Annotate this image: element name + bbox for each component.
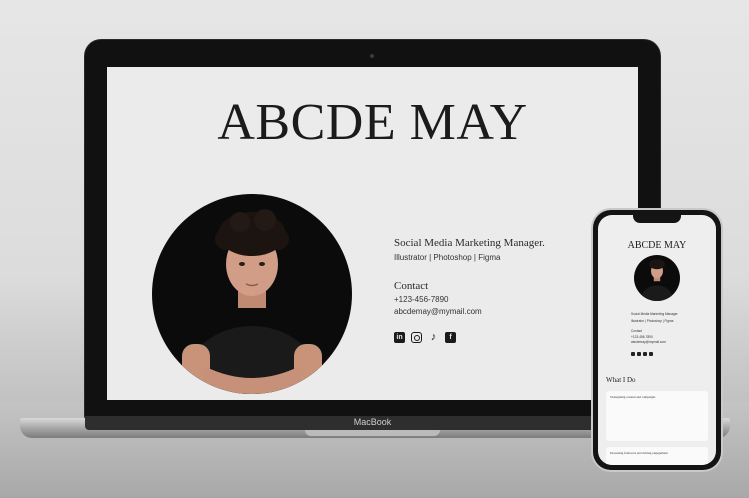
- service-card: Strategizing content and campaigns: [606, 391, 708, 441]
- phone-site-title: ABCDE MAY: [627, 240, 687, 251]
- phone-profile-photo: [634, 255, 680, 301]
- social-links: in ♪ f: [394, 332, 624, 343]
- contact-heading: Contact: [394, 280, 429, 292]
- phone-notch: [633, 215, 681, 223]
- laptop-screen: ABCDE MAY Social Media Marketing Manager…: [107, 67, 638, 400]
- instagram-icon[interactable]: [411, 332, 422, 343]
- phone-contact-heading: Contact: [631, 329, 642, 333]
- phone-phone-number[interactable]: +123-456-7890: [631, 335, 653, 339]
- profile-info: Social Media Marketing Manager. Illustra…: [394, 237, 624, 343]
- phone-number[interactable]: +123-456-7890: [394, 295, 624, 304]
- email-link[interactable]: abcdemay@mymail.com: [394, 307, 624, 316]
- service-card-heading: Increasing followers and driving engagem…: [610, 451, 668, 455]
- phone-screen: ABCDE MAY Social Media Marketing Manager…: [598, 215, 716, 465]
- service-card-heading: Strategizing content and campaigns: [610, 395, 656, 399]
- profile-photo: [152, 194, 352, 394]
- skills-list: Illustrator | Photoshop | Figma: [394, 253, 501, 262]
- phone-job-title: Social Media Marketing Manager.: [631, 312, 679, 316]
- phone-skills-list: Illustrator | Photoshop | Figma: [631, 319, 674, 323]
- phone-instagram-icon[interactable]: [637, 352, 641, 356]
- what-i-do-heading: What I Do: [606, 376, 636, 384]
- service-card: Increasing followers and driving engagem…: [606, 447, 708, 465]
- phone-email-link[interactable]: abcdemay@mymail.com: [631, 340, 666, 344]
- phone-tiktok-icon[interactable]: [643, 352, 647, 356]
- laptop-opening-notch: [305, 430, 440, 436]
- tiktok-icon[interactable]: ♪: [428, 332, 439, 343]
- phone-facebook-icon[interactable]: [649, 352, 653, 356]
- phone-social-links: [631, 352, 653, 356]
- laptop-brand-label: MacBook: [353, 417, 392, 427]
- site-title: ABCDE MAY: [217, 94, 528, 151]
- linkedin-icon[interactable]: in: [394, 332, 405, 343]
- facebook-icon[interactable]: f: [445, 332, 456, 343]
- phone-linkedin-icon[interactable]: [631, 352, 635, 356]
- job-title: Social Media Marketing Manager.: [394, 237, 545, 249]
- camera-dot: [370, 54, 374, 58]
